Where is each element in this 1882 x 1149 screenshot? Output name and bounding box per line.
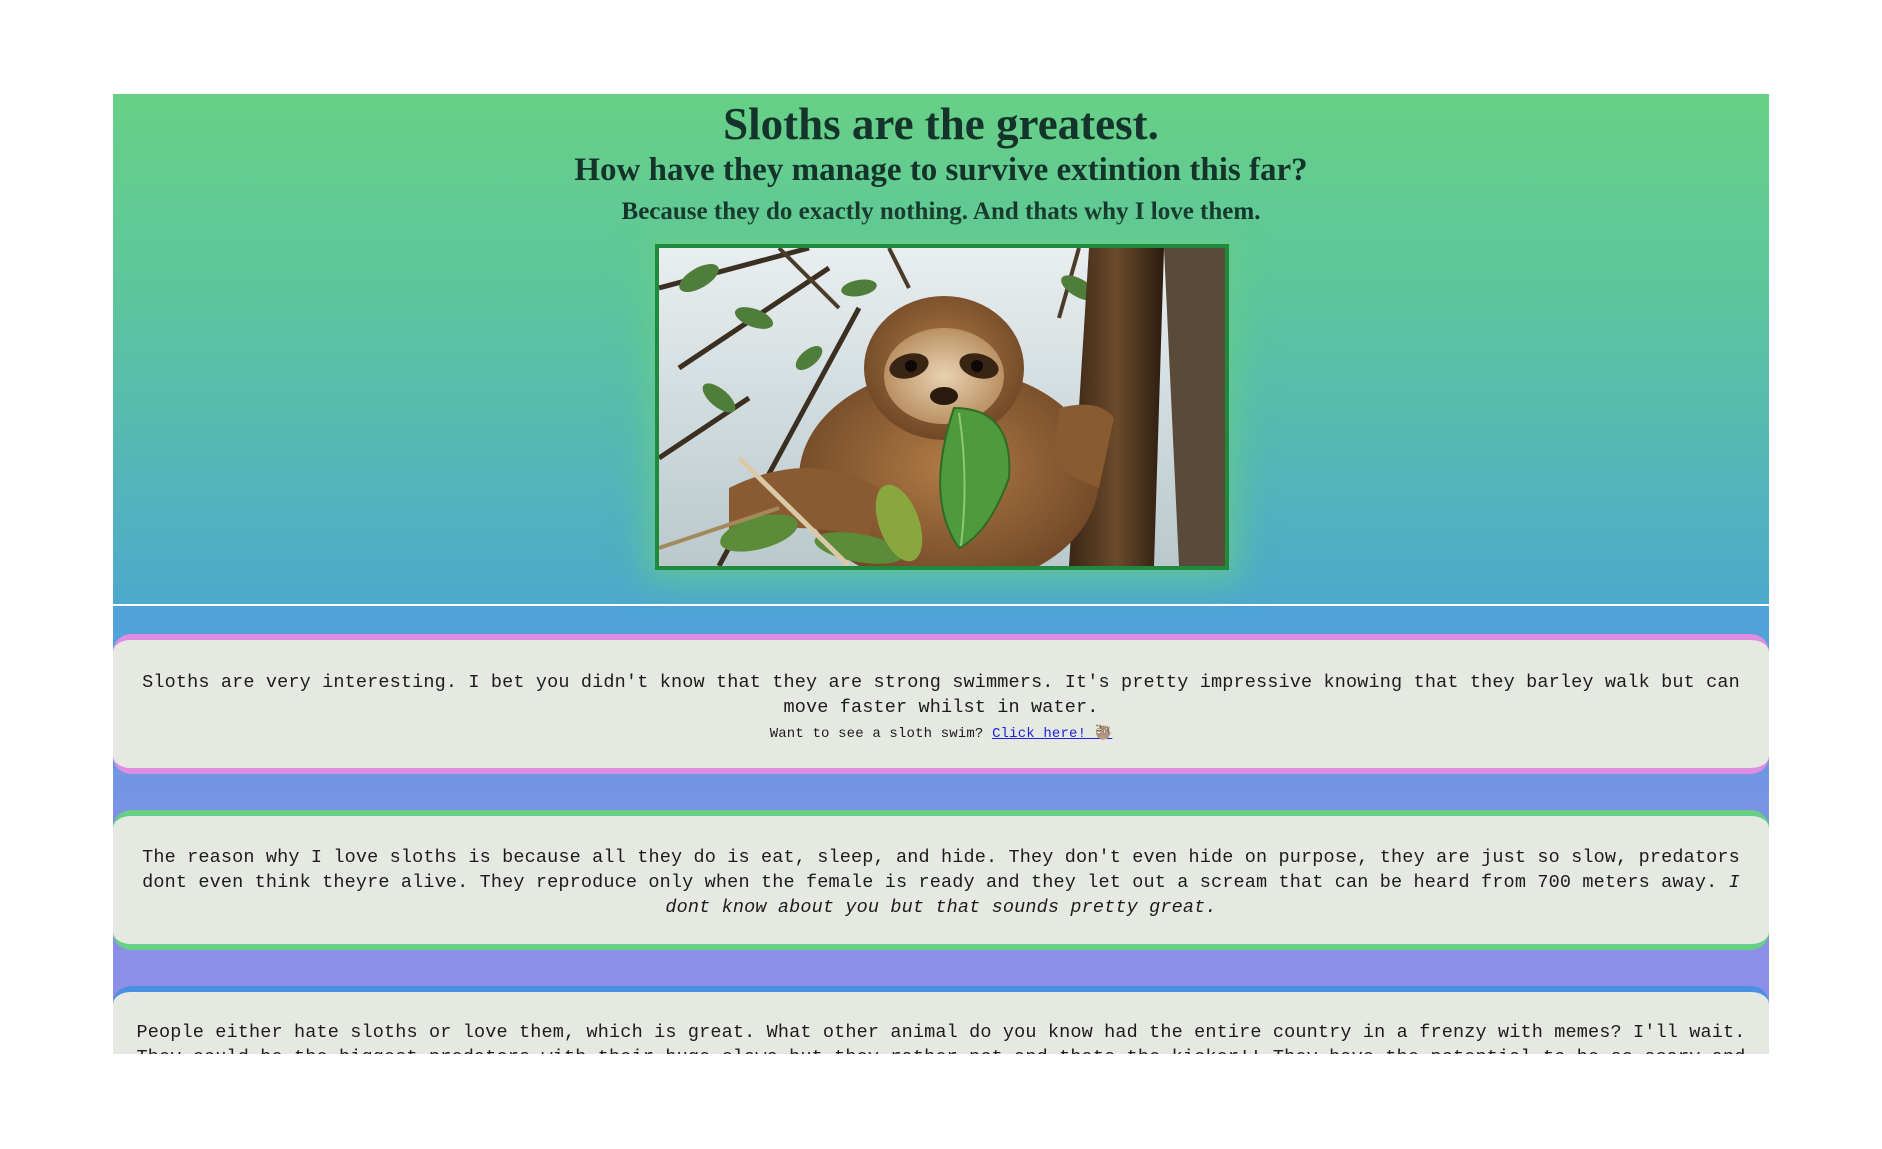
swim-link-label: Click here! [992, 726, 1087, 742]
page-subtitle: How have they manage to survive extintio… [574, 152, 1308, 188]
swim-prompt-line: Want to see a sloth swim? Click here! 🦥 [135, 724, 1747, 744]
why-love-text: The reason why I love sloths is because … [142, 847, 1740, 893]
swim-video-link[interactable]: Click here! 🦥 [992, 726, 1112, 742]
why-i-love-sloths-card: The reason why I love sloths is because … [113, 810, 1769, 950]
sloth-photo [655, 244, 1229, 570]
memes-card: People either hate sloths or love them, … [113, 986, 1769, 1054]
hero-header: Sloths are the greatest. How have they m… [113, 94, 1769, 606]
swim-prompt-text: Want to see a sloth swim? [769, 726, 984, 742]
swim-info-text: Sloths are very interesting. I bet you d… [142, 672, 1740, 718]
page-viewport: Sloths are the greatest. How have they m… [113, 94, 1769, 1054]
page-title: Sloths are the greatest. [723, 99, 1159, 149]
sloth-emoji-icon: 🦥 [1094, 726, 1113, 742]
page-tagline: Because they do exactly nothing. And tha… [621, 198, 1261, 225]
swim-info-card: Sloths are very interesting. I bet you d… [113, 634, 1769, 774]
why-love-text-block: The reason why I love sloths is because … [135, 845, 1747, 920]
memes-text: People either hate sloths or love them, … [136, 1022, 1746, 1054]
